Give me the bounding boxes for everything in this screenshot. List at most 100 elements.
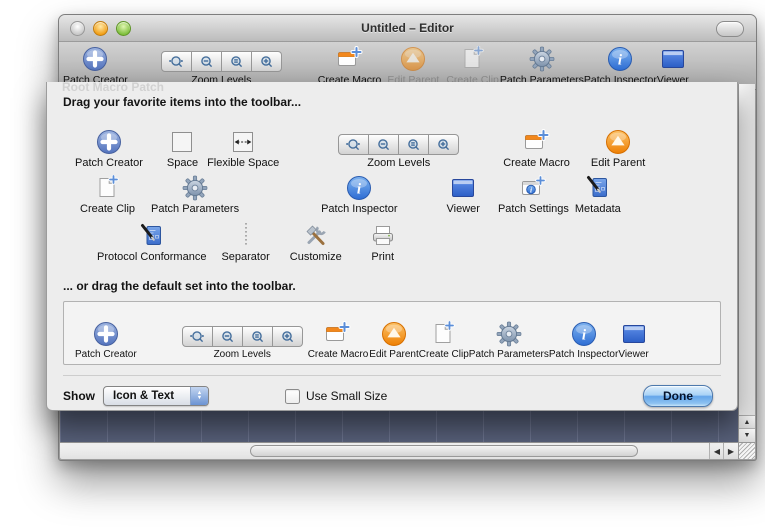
item-edit-parent[interactable]: Edit Parent [369,319,418,360]
item-label: Zoom Levels [214,349,271,360]
item-zoom-levels[interactable]: Zoom Levels [182,319,303,360]
item-label: Patch Inspector [321,203,397,215]
customize-toolbar-sheet: Drag your favorite items into the toolba… [46,82,738,411]
viewer-icon [660,44,686,72]
item-patch-parameters[interactable]: Patch Parameters [151,173,239,215]
item-label: Create Macro [308,349,369,360]
item-label: Patch Parameters [151,203,239,215]
create-clip-icon [95,173,121,201]
item-label: Print [371,251,394,263]
toolbar-toggle-button[interactable] [716,21,744,37]
item-patch-creator[interactable]: Patch Creator [75,127,143,169]
popup-arrows-icon: ▲▼ [190,387,208,405]
item-create-macro[interactable]: Create Macro [318,44,382,86]
item-create-clip[interactable]: Create Clip [446,44,499,86]
vertical-scrollbar[interactable]: ▲ ▼ [738,84,755,442]
zoom-levels-icon [182,319,303,347]
item-create-macro[interactable]: Create Macro [308,319,369,360]
item-label: Customize [290,251,342,263]
item-create-macro[interactable]: Create Macro [503,127,570,169]
scroll-right-icon[interactable]: ▶ [723,443,738,459]
item-label: Flexible Space [207,157,279,169]
done-button[interactable]: Done [643,385,713,407]
edit-parent-icon [605,127,631,155]
create-macro-icon [523,127,550,155]
drag-items-heading: Drag your favorite items into the toolba… [63,95,721,109]
item-protocol-conformance[interactable]: Protocol Conformance [97,221,206,263]
item-viewer[interactable]: Viewer [657,44,689,86]
item-separator[interactable]: Separator [221,221,269,263]
patch-creator-icon [82,44,108,72]
show-mode-popup[interactable]: Icon & Text ▲▼ [103,386,209,406]
default-toolbar-set[interactable]: Patch Creator Zoom Levels Create MacroEdit… [63,301,721,365]
default-set-heading: ... or drag the default set into the too… [63,279,721,293]
item-viewer[interactable]: Viewer [618,319,648,360]
item-patch-creator[interactable]: Patch Creator [75,319,137,360]
item-customize[interactable]: Customize [290,221,342,263]
sheet-footer: Show Icon & Text ▲▼ Use Small Size Done [63,375,721,407]
screen: Untitled – Editor Patch Creator Zoom Leve… [0,0,765,527]
patch-inspector-icon: i [346,173,372,201]
item-patch-inspector[interactable]: i Patch Inspector [321,173,397,215]
customize-icon [303,221,329,249]
item-create-clip[interactable]: Create Clip [80,173,135,215]
item-patch-creator[interactable]: Patch Creator [63,44,128,86]
item-patch-parameters[interactable]: Patch Parameters [500,44,584,86]
item-flexible-space[interactable]: Flexible Space [207,127,279,169]
patch-settings-icon: i [520,173,547,201]
item-print[interactable]: Print [370,221,396,263]
zoom-button[interactable] [116,21,131,36]
item-edit-parent[interactable]: Edit Parent [591,127,645,169]
item-label: Space [167,157,198,169]
item-patch-settings[interactable]: iPatch Settings [498,173,569,215]
small-size-option: Use Small Size [285,389,387,404]
item-label: Patch Creator [75,349,137,360]
item-zoom-levels[interactable]: Zoom Levels [161,44,282,86]
item-label: Protocol Conformance [97,251,206,263]
print-icon [370,221,396,249]
create-macro-icon [336,44,363,72]
item-label: Create Clip [80,203,135,215]
flexible-space-icon [230,127,256,155]
item-label: Edit Parent [369,349,418,360]
use-small-size-label: Use Small Size [306,389,387,403]
patch-inspector-icon: i [571,319,597,347]
resize-grip[interactable] [738,442,755,459]
palette-row: Create Clip Patch Parameters i Patch Inspec… [63,169,721,215]
item-label: Separator [221,251,269,263]
item-patch-inspector[interactable]: iPatch Inspector [584,44,657,86]
scroll-up-icon[interactable]: ▲ [739,415,755,429]
patch-parameters-icon [529,44,555,72]
item-patch-parameters[interactable]: Patch Parameters [469,319,549,360]
item-create-clip[interactable]: Create Clip [419,319,469,360]
item-label: Viewer [618,349,648,360]
palette-row: Patch Creator Space Flexible Space Zoom Lev… [63,121,721,169]
item-label: Edit Parent [591,157,645,169]
scroll-down-icon[interactable]: ▼ [739,428,755,442]
item-zoom-levels[interactable]: Zoom Levels [338,127,459,169]
patch-parameters-icon [496,319,522,347]
create-clip-icon [431,319,457,347]
item-label: Create Macro [503,157,570,169]
create-macro-icon [324,319,351,347]
protocol-conformance-icon [139,221,165,249]
item-edit-parent[interactable]: Edit Parent [387,44,439,86]
window-title: Untitled – Editor [59,21,756,35]
horizontal-scrollbar[interactable]: ◀ ▶ [60,442,738,459]
create-clip-icon [460,44,486,72]
item-label: Zoom Levels [367,157,430,169]
use-small-size-checkbox[interactable] [285,389,300,404]
minimize-button[interactable] [93,21,108,36]
title-bar[interactable]: Untitled – Editor [59,15,756,42]
patch-parameters-icon [182,173,208,201]
edit-parent-icon [400,44,426,72]
scroll-left-icon[interactable]: ◀ [709,443,724,459]
item-label: Viewer [447,203,480,215]
item-space[interactable]: Space [167,127,198,169]
item-metadata[interactable]: Metadata [575,173,621,215]
horizontal-scroll-thumb[interactable] [250,445,638,457]
close-button[interactable] [70,21,85,36]
item-patch-inspector[interactable]: iPatch Inspector [549,319,618,360]
item-viewer[interactable]: Viewer [447,173,480,215]
item-label: Metadata [575,203,621,215]
